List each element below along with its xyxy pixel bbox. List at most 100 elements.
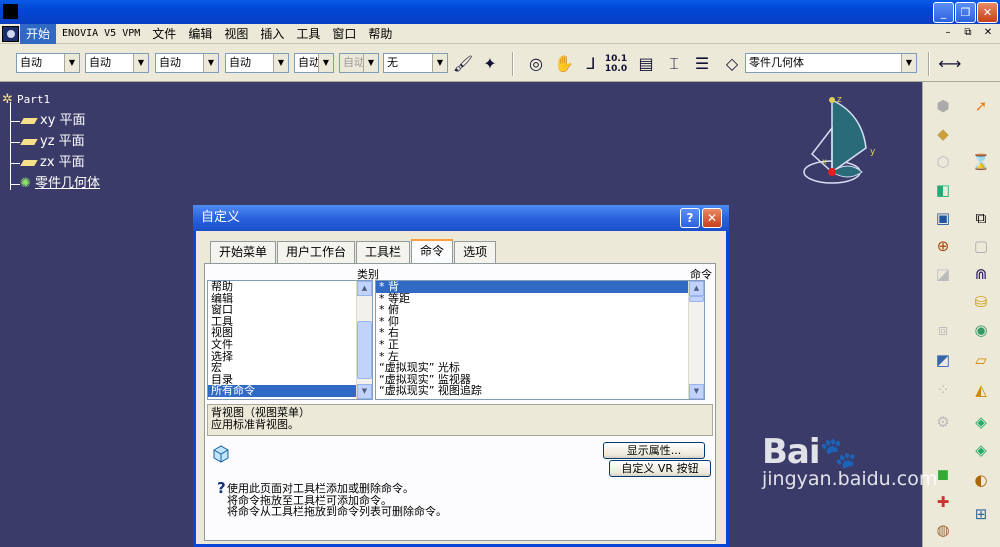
list-item[interactable]: 选择 xyxy=(208,350,372,363)
transparency-combo[interactable]: 自动 ▼ xyxy=(85,53,149,73)
chevron-down-icon[interactable]: ▼ xyxy=(318,54,333,72)
chevron-down-icon[interactable]: ▼ xyxy=(203,54,218,72)
pocket-icon[interactable]: ◆ xyxy=(931,122,955,146)
category-list[interactable]: 帮助 编辑 窗口 工具 视图 文件 选择 宏 目录 所有命令 ▲ ▼ xyxy=(207,280,373,400)
catalog-icon[interactable]: ☰ xyxy=(690,52,714,76)
minimize-button[interactable]: _ xyxy=(933,2,954,23)
loft-icon[interactable]: ⧈ xyxy=(931,318,955,342)
dialog-title-bar[interactable]: 自定义 ? ✕ xyxy=(193,205,729,231)
menu-start[interactable]: 开始 xyxy=(20,24,57,44)
shell-icon[interactable]: ◈ xyxy=(969,410,993,434)
scroll-thumb[interactable] xyxy=(357,321,372,379)
pan-hand-icon[interactable]: ✋ xyxy=(552,52,576,76)
point-type-combo[interactable]: 自动 ▼ xyxy=(294,53,334,73)
chevron-down-icon[interactable]: ▼ xyxy=(273,54,288,72)
list-item[interactable]: “虚拟现实” 光标 xyxy=(376,362,704,374)
union-icon[interactable]: ⊞ xyxy=(969,502,993,526)
back-view-cube-icon[interactable] xyxy=(211,443,231,463)
dialog-close-button[interactable]: ✕ xyxy=(702,208,722,228)
eraser-icon[interactable]: ◇ xyxy=(720,52,744,76)
show-properties-button[interactable]: 显示属性... xyxy=(603,442,705,459)
painter-brush-icon[interactable]: 🖌 xyxy=(451,52,475,76)
tab-start-menu[interactable]: 开始菜单 xyxy=(210,241,277,263)
scale-icon[interactable]: 10.1 10.0 xyxy=(604,52,628,76)
assemble-icon[interactable]: ✚ xyxy=(931,490,955,514)
scroll-thumb[interactable] xyxy=(689,296,704,302)
ruler-icon[interactable]: ⟷ xyxy=(938,52,962,76)
menu-edit[interactable]: 编辑 xyxy=(182,24,218,44)
tree-item-part-body[interactable]: ✺ 零件几何体 xyxy=(20,174,100,194)
list-item-selected[interactable]: 所有命令 xyxy=(208,385,372,397)
list-item-selected[interactable]: * 背 xyxy=(376,281,704,293)
list-item[interactable]: * 等距 xyxy=(376,292,704,305)
tree-item-yz-plane[interactable]: yz 平面 xyxy=(20,132,85,152)
scale-tool-icon[interactable]: ⚙ xyxy=(931,410,955,434)
category-scrollbar[interactable]: ▲ ▼ xyxy=(356,281,372,399)
target-icon[interactable]: ⊕ xyxy=(931,234,955,258)
list-item[interactable]: 宏 xyxy=(208,362,372,374)
tree-item-xy-plane[interactable]: xy 平面 xyxy=(20,111,86,131)
select-arrow-icon[interactable]: ➚ xyxy=(969,94,993,118)
thickness-icon[interactable]: ◈ xyxy=(969,438,993,462)
command-scrollbar[interactable]: ▲ ▼ xyxy=(688,281,704,399)
tab-user-workbench[interactable]: 用户工作台 xyxy=(277,241,356,263)
command-list[interactable]: * 背 * 等距 * 俯 * 仰 * 右 * 正 * 左 “虚拟现实” 光标 “… xyxy=(375,280,705,400)
cylinder-icon[interactable]: ⛁ xyxy=(969,290,993,314)
shaft-icon[interactable]: ⬡ xyxy=(931,150,955,174)
fillet-icon[interactable]: ◩ xyxy=(931,348,955,372)
remove-icon[interactable]: ◍ xyxy=(931,518,955,542)
compass-z-handle[interactable] xyxy=(829,97,835,103)
part-body-combo[interactable]: 零件几何体 ▼ xyxy=(745,53,917,73)
list-item[interactable]: “虚拟现实” 视图追踪 xyxy=(376,385,704,397)
tab-commands[interactable]: 命令 xyxy=(411,239,454,263)
doc-minimize-button[interactable]: – xyxy=(940,27,956,38)
measure-icon[interactable]: ▤ xyxy=(634,52,658,76)
list-item[interactable]: 帮助 xyxy=(208,281,372,293)
compass-widget[interactable]: z y x xyxy=(800,92,890,192)
catia-logo-icon[interactable] xyxy=(2,26,19,42)
list-item[interactable]: * 正 xyxy=(376,339,704,351)
custom-vr-button[interactable]: 自定义 VR 按钮 xyxy=(609,460,711,477)
tab-options[interactable]: 选项 xyxy=(454,241,497,263)
chevron-down-icon[interactable]: ▼ xyxy=(901,54,916,72)
layer-combo[interactable]: 无 ▼ xyxy=(383,53,448,73)
chevron-down-icon[interactable]: ▼ xyxy=(432,54,447,72)
restore-button[interactable]: ❐ xyxy=(955,2,976,23)
menu-file[interactable]: 文件 xyxy=(146,24,182,44)
chevron-down-icon[interactable]: ▼ xyxy=(133,54,148,72)
line-thickness-combo[interactable]: 自动 ▼ xyxy=(155,53,219,73)
draft-icon[interactable]: ◭ xyxy=(969,378,993,402)
axis-system-icon[interactable]: ⅃ xyxy=(579,52,603,76)
hole-icon[interactable]: ▣ xyxy=(931,206,955,230)
line-type-combo[interactable]: 自动 ▼ xyxy=(225,53,289,73)
split-icon[interactable]: ◐ xyxy=(969,468,993,492)
color-combo[interactable]: 自动 ▼ xyxy=(16,53,80,73)
properties-wand-icon[interactable]: ✦ xyxy=(478,52,502,76)
list-item[interactable]: * 俯 xyxy=(376,304,704,316)
menu-help[interactable]: 帮助 xyxy=(362,24,398,44)
list-item[interactable]: 文件 xyxy=(208,339,372,351)
sketch-icon[interactable]: ⌛ xyxy=(969,150,993,174)
pad-icon[interactable]: ⬢ xyxy=(931,94,955,118)
doc-restore-button[interactable]: ⧉ xyxy=(960,27,976,38)
menu-insert[interactable]: 插入 xyxy=(254,24,290,44)
rib-icon[interactable]: ⋒ xyxy=(969,262,993,286)
scroll-up-icon[interactable]: ▲ xyxy=(689,281,704,296)
scroll-up-icon[interactable]: ▲ xyxy=(357,281,372,296)
doc-close-button[interactable]: ✕ xyxy=(980,27,996,38)
tab-toolbars[interactable]: 工具栏 xyxy=(356,241,411,263)
chevron-down-icon[interactable]: ▼ xyxy=(64,54,79,72)
scroll-down-icon[interactable]: ▼ xyxy=(689,384,704,399)
position-sketch-icon[interactable]: ⧉ xyxy=(969,206,993,230)
stiffener-icon[interactable]: ◉ xyxy=(969,318,993,342)
list-item[interactable]: * 右 xyxy=(376,327,704,339)
menu-tools[interactable]: 工具 xyxy=(290,24,326,44)
tree-item-zx-plane[interactable]: zx 平面 xyxy=(20,153,85,173)
rotate-view-icon[interactable]: ◎ xyxy=(524,52,548,76)
chamfer-icon[interactable]: ▱ xyxy=(969,348,993,372)
frame-icon[interactable]: ▢ xyxy=(969,234,993,258)
groove-icon[interactable]: ◧ xyxy=(931,178,955,202)
menu-enovia[interactable]: ENOVIA V5 VPM xyxy=(56,24,146,44)
list-item[interactable]: * 仰 xyxy=(376,316,704,328)
menu-window[interactable]: 窗口 xyxy=(326,24,362,44)
